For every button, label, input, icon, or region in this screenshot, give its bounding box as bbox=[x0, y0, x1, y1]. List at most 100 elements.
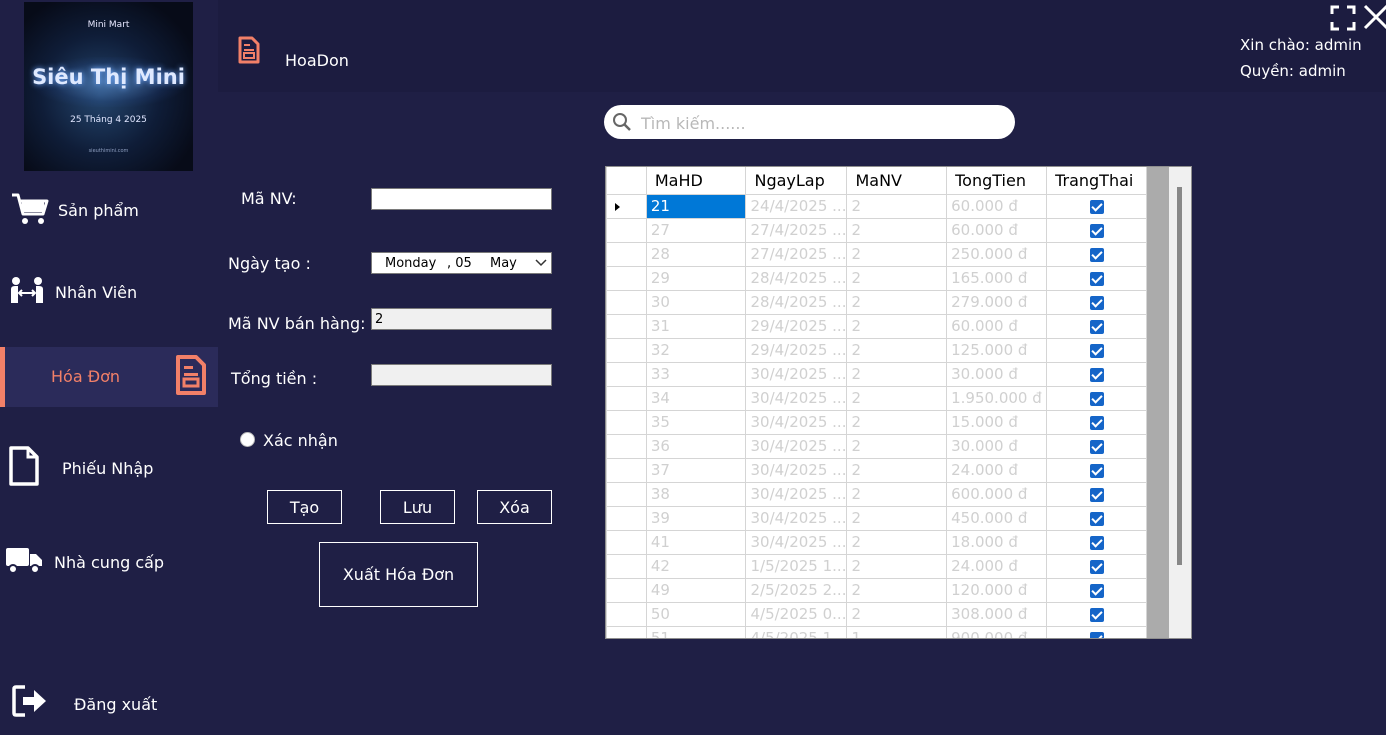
cell-trangthai[interactable] bbox=[1046, 241, 1147, 267]
cell-tongtien[interactable]: 120.000 đ bbox=[946, 577, 1048, 603]
status-checkbox[interactable] bbox=[1089, 559, 1104, 574]
cell-trangthai[interactable] bbox=[1046, 457, 1147, 483]
cell-trangthai[interactable] bbox=[1046, 505, 1147, 531]
cell-tongtien[interactable]: 60.000 đ bbox=[946, 193, 1048, 219]
row-header[interactable] bbox=[606, 481, 647, 507]
column-header-manv[interactable]: MaNV bbox=[846, 167, 948, 195]
cell-trangthai[interactable] bbox=[1046, 409, 1147, 435]
export-invoice-button[interactable]: Xuất Hóa Đơn bbox=[319, 542, 478, 607]
cell-trangthai[interactable] bbox=[1046, 553, 1147, 579]
cell-trangthai[interactable] bbox=[1046, 385, 1147, 411]
row-header[interactable] bbox=[606, 313, 647, 339]
table-row[interactable]: 49 2/5/2025 2... 2 120.000 đ bbox=[606, 577, 1147, 603]
status-checkbox[interactable] bbox=[1089, 631, 1104, 638]
row-header[interactable] bbox=[606, 289, 647, 315]
status-checkbox[interactable] bbox=[1089, 271, 1104, 286]
cell-tongtien[interactable]: 600.000 đ bbox=[946, 481, 1048, 507]
table-row[interactable]: 30 28/4/2025 ... 2 279.000 đ bbox=[606, 289, 1147, 315]
cell-mahd[interactable]: 32 bbox=[645, 337, 747, 363]
status-checkbox[interactable] bbox=[1089, 223, 1104, 238]
cell-tongtien[interactable]: 279.000 đ bbox=[946, 289, 1048, 315]
cell-manv[interactable]: 2 bbox=[846, 481, 948, 507]
cell-trangthai[interactable] bbox=[1046, 625, 1147, 638]
row-header[interactable] bbox=[606, 577, 647, 603]
invoice-grid[interactable]: MaHD NgayLap MaNV TongTien TrangThai 21 2… bbox=[605, 166, 1192, 639]
cell-manv[interactable]: 2 bbox=[846, 529, 948, 555]
cell-manv[interactable]: 2 bbox=[846, 577, 948, 603]
table-row[interactable]: 29 28/4/2025 ... 2 165.000 đ bbox=[606, 265, 1147, 291]
cell-manv[interactable]: 2 bbox=[846, 313, 948, 339]
row-header[interactable] bbox=[606, 457, 647, 483]
table-row[interactable]: 38 30/4/2025 ... 2 600.000 đ bbox=[606, 481, 1147, 507]
create-button[interactable]: Tạo bbox=[267, 490, 342, 524]
cell-mahd[interactable]: 37 bbox=[645, 457, 747, 483]
cell-manv[interactable]: 2 bbox=[846, 385, 948, 411]
sidebar-item-nhan-vien[interactable]: Nhân Viên bbox=[0, 266, 218, 316]
cell-mahd[interactable]: 35 bbox=[645, 409, 747, 435]
maximize-icon[interactable] bbox=[1330, 5, 1356, 35]
cell-manv[interactable]: 1 bbox=[846, 625, 948, 638]
status-checkbox[interactable] bbox=[1089, 607, 1104, 622]
status-checkbox[interactable] bbox=[1089, 295, 1104, 310]
cell-tongtien[interactable]: 24.000 đ bbox=[946, 457, 1048, 483]
status-checkbox[interactable] bbox=[1089, 439, 1104, 454]
cell-mahd[interactable]: 29 bbox=[645, 265, 747, 291]
row-header[interactable] bbox=[606, 385, 647, 411]
cell-ngaylap[interactable]: 27/4/2025 ... bbox=[745, 217, 848, 243]
cell-manv[interactable]: 2 bbox=[846, 289, 948, 315]
table-row[interactable]: 27 27/4/2025 ... 2 60.000 đ bbox=[606, 217, 1147, 243]
cell-ngaylap[interactable]: 30/4/2025 ... bbox=[745, 409, 848, 435]
cell-tongtien[interactable]: 125.000 đ bbox=[946, 337, 1048, 363]
cell-trangthai[interactable] bbox=[1046, 313, 1147, 339]
confirm-radio[interactable] bbox=[240, 432, 255, 447]
logout-button[interactable]: Đăng xuất bbox=[0, 680, 218, 725]
cell-mahd[interactable]: 27 bbox=[645, 217, 747, 243]
status-checkbox[interactable] bbox=[1089, 247, 1104, 262]
table-row[interactable]: 36 30/4/2025 ... 2 30.000 đ bbox=[606, 433, 1147, 459]
table-row[interactable]: 41 30/4/2025 ... 2 18.000 đ bbox=[606, 529, 1147, 555]
scrollbar-thumb[interactable] bbox=[1177, 187, 1182, 565]
cell-tongtien[interactable]: 18.000 đ bbox=[946, 529, 1048, 555]
cell-ngaylap[interactable]: 1/5/2025 1... bbox=[745, 553, 848, 579]
table-row[interactable]: 39 30/4/2025 ... 2 450.000 đ bbox=[606, 505, 1147, 531]
cell-mahd[interactable]: 51 bbox=[645, 625, 747, 638]
table-row[interactable]: 50 4/5/2025 0... 2 308.000 đ bbox=[606, 601, 1147, 627]
cell-tongtien[interactable]: 900.000 đ bbox=[946, 625, 1048, 638]
ma-nv-ban-hang-field[interactable] bbox=[371, 308, 552, 330]
cell-ngaylap[interactable]: 30/4/2025 ... bbox=[745, 529, 848, 555]
search-box[interactable] bbox=[604, 105, 1015, 139]
status-checkbox[interactable] bbox=[1089, 583, 1104, 598]
cell-manv[interactable]: 2 bbox=[846, 553, 948, 579]
cell-mahd[interactable]: 33 bbox=[645, 361, 747, 387]
status-checkbox[interactable] bbox=[1089, 343, 1104, 358]
cell-ngaylap[interactable]: 28/4/2025 ... bbox=[745, 289, 848, 315]
close-icon[interactable] bbox=[1362, 3, 1386, 35]
status-checkbox[interactable] bbox=[1089, 319, 1104, 334]
tong-tien-field[interactable] bbox=[371, 364, 552, 386]
column-header-tongtien[interactable]: TongTien bbox=[946, 167, 1048, 195]
cell-trangthai[interactable] bbox=[1046, 601, 1147, 627]
cell-tongtien[interactable]: 165.000 đ bbox=[946, 265, 1048, 291]
cell-ngaylap[interactable]: 28/4/2025 ... bbox=[745, 265, 848, 291]
cell-mahd[interactable]: 38 bbox=[645, 481, 747, 507]
table-row[interactable]: 21 24/4/2025 ... 2 60.000 đ bbox=[606, 193, 1147, 219]
cell-mahd[interactable]: 21 bbox=[645, 193, 747, 219]
cell-tongtien[interactable]: 24.000 đ bbox=[946, 553, 1048, 579]
cell-ngaylap[interactable]: 4/5/2025 1... bbox=[745, 625, 848, 638]
status-checkbox[interactable] bbox=[1089, 391, 1104, 406]
sidebar-item-san-pham[interactable]: Sản phẩm bbox=[0, 185, 218, 235]
cell-trangthai[interactable] bbox=[1046, 481, 1147, 507]
sidebar-item-phieu-nhap[interactable]: Phiếu Nhập bbox=[0, 440, 218, 496]
status-checkbox[interactable] bbox=[1089, 199, 1104, 214]
status-checkbox[interactable] bbox=[1089, 487, 1104, 502]
table-row[interactable]: 28 27/4/2025 ... 2 250.000 đ bbox=[606, 241, 1147, 267]
cell-mahd[interactable]: 28 bbox=[645, 241, 747, 267]
table-row[interactable]: 32 29/4/2025 ... 2 125.000 đ bbox=[606, 337, 1147, 363]
table-row[interactable]: 51 4/5/2025 1... 1 900.000 đ bbox=[606, 625, 1147, 638]
cell-tongtien[interactable]: 1.950.000 đ bbox=[946, 385, 1048, 411]
cell-manv[interactable]: 2 bbox=[846, 433, 948, 459]
row-header[interactable] bbox=[606, 529, 647, 555]
save-button[interactable]: Lưu bbox=[380, 490, 455, 524]
row-header[interactable] bbox=[606, 265, 647, 291]
cell-tongtien[interactable]: 30.000 đ bbox=[946, 361, 1048, 387]
